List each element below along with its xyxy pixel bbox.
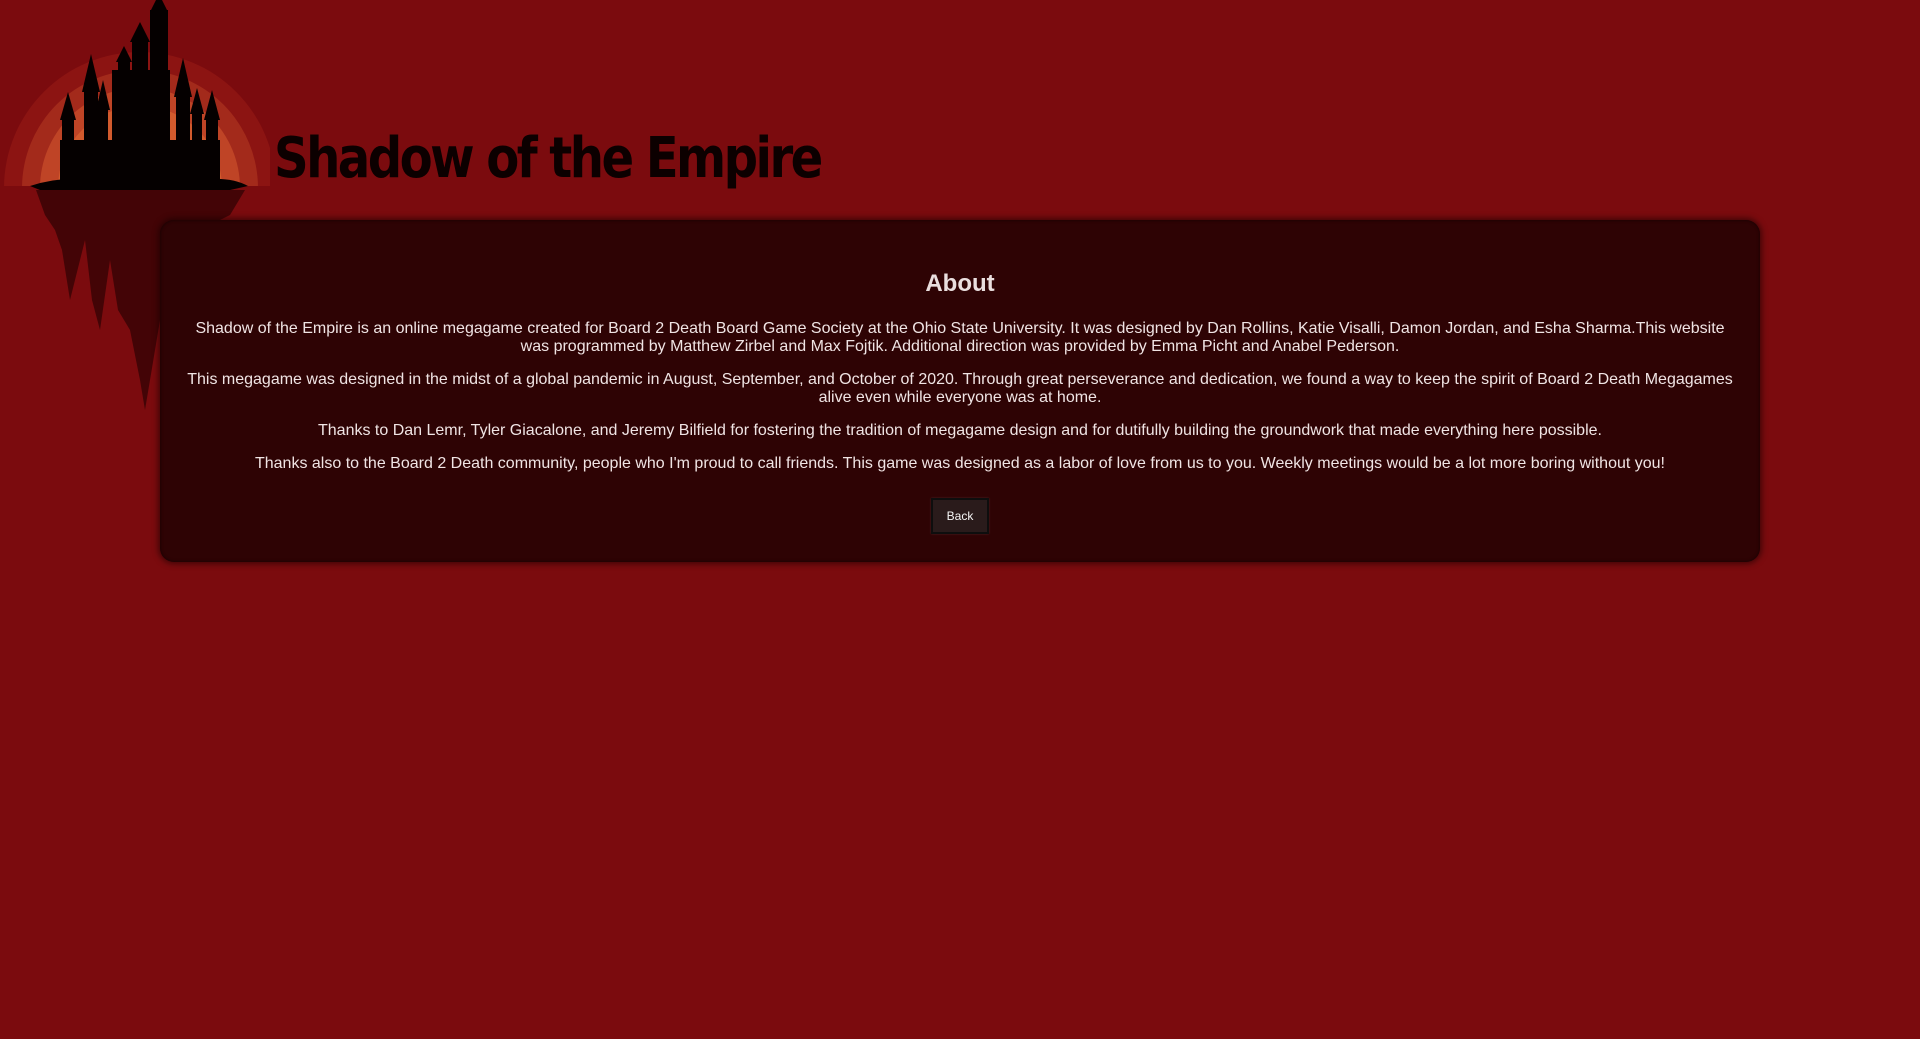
back-button[interactable]: Back	[931, 498, 989, 534]
about-panel: About Shadow of the Empire is an online …	[160, 220, 1760, 562]
site-title: Shadow of the Empire	[274, 126, 823, 191]
page: Shadow of the Empire About Shadow of the…	[0, 0, 1920, 1039]
about-paragraph-community: Thanks also to the Board 2 Death communi…	[254, 455, 1665, 472]
about-paragraph-thanks: Thanks to Dan Lemr, Tyler Giacalone, and…	[318, 422, 1602, 439]
about-paragraph-credits: Shadow of the Empire is an online megaga…	[195, 320, 1725, 355]
about-heading: About	[925, 270, 995, 297]
about-paragraph-pandemic: This megagame was designed in the midst …	[187, 371, 1733, 406]
